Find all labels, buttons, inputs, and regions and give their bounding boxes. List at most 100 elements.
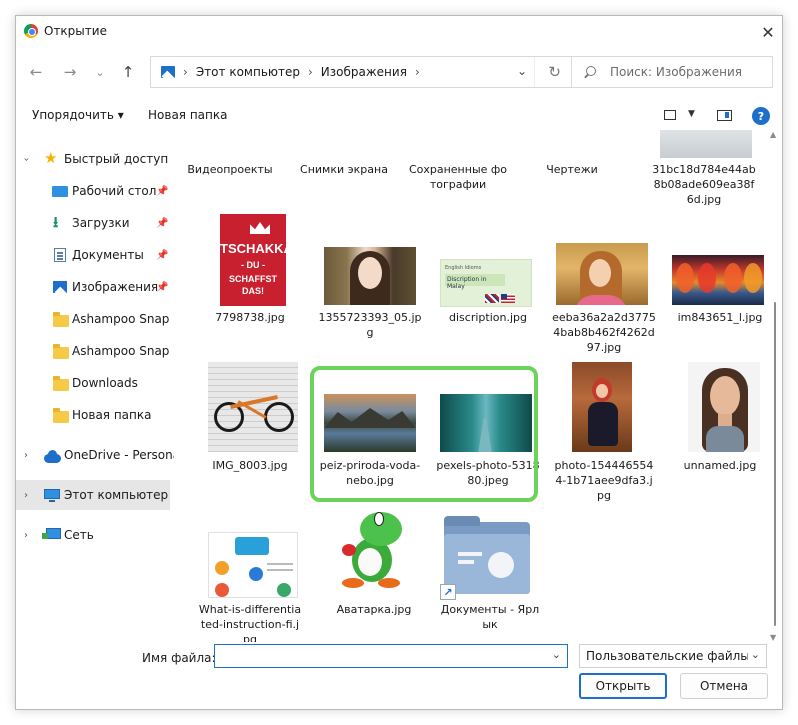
sidebar-item-label: Загрузки: [72, 216, 130, 230]
refresh-icon[interactable]: ↻: [548, 63, 561, 81]
thumbnail: English Idioms Discription in Malay: [440, 259, 532, 307]
onedrive-icon: [44, 450, 61, 463]
yoshi-belly: [358, 548, 382, 576]
thumbnail: TSCHAKKA - DU - SCHAFFST DAS!: [220, 214, 286, 306]
photo-mountains: [324, 408, 416, 428]
filename-input[interactable]: [219, 646, 545, 666]
organize-button[interactable]: Упорядочить ▾: [32, 108, 124, 122]
file-name: unnamed.jpg: [683, 459, 757, 472]
help-icon[interactable]: ?: [752, 107, 770, 125]
sidebar-item-label: Ashampoo Snap 9: [72, 312, 172, 326]
infographic-line: [267, 569, 293, 571]
scroll-down-icon[interactable]: ▼: [770, 633, 776, 642]
photo-tree: [676, 263, 694, 293]
open-file-dialog: Открытие ✕ ← → ⌄ ↑ › Этот компьютер › Из…: [15, 15, 783, 710]
thumbnail: [660, 130, 752, 158]
expand-chevron-icon[interactable]: ›: [24, 530, 28, 541]
breadcrumb-separator-icon[interactable]: ›: [415, 65, 420, 79]
scroll-up-icon[interactable]: ▲: [770, 130, 776, 139]
thumb-text: - DU -: [241, 260, 265, 270]
filetype-dropdown-icon[interactable]: ⌄: [751, 648, 760, 661]
sidebar-item-downloads-folder[interactable]: Downloads: [16, 368, 176, 398]
close-button[interactable]: ✕: [754, 16, 782, 48]
file-name: im843651_l.jpg: [677, 311, 763, 324]
thumbnail: [324, 394, 416, 452]
breadcrumb-this-pc[interactable]: Этот компьютер: [196, 65, 300, 79]
forward-arrow-icon[interactable]: →: [60, 62, 80, 82]
folder-shortcut-icon: ↗: [440, 516, 534, 600]
filename-label: Имя файла:: [142, 651, 216, 665]
sidebar-item-onedrive[interactable]: › OneDrive - Personal: [16, 440, 176, 470]
expand-chevron-icon[interactable]: ›: [21, 157, 32, 161]
pin-icon[interactable]: 📌: [156, 186, 168, 197]
pin-icon[interactable]: 📌: [156, 250, 168, 261]
breadcrumb-pictures[interactable]: Изображения: [321, 65, 407, 79]
address-divider: [534, 57, 535, 87]
sidebar-item-label: Документы: [72, 248, 144, 262]
photo-body: [588, 402, 618, 446]
thumbnail: [556, 243, 648, 305]
sidebar-item-pictures[interactable]: Изображения 📌: [16, 272, 176, 302]
view-options-arrow-icon[interactable]: ▼: [688, 109, 695, 119]
preview-pane-icon[interactable]: [717, 110, 732, 121]
pin-icon[interactable]: 📌: [156, 218, 168, 229]
recent-locations-chevron-icon[interactable]: ⌄: [90, 62, 110, 82]
filetype-value: Пользовательские файлы (*.jp: [586, 649, 748, 663]
vertical-scrollbar[interactable]: ▲ ▼: [770, 130, 779, 642]
thumb-text: TSCHAKKA: [220, 241, 286, 256]
search-input[interactable]: [610, 65, 770, 79]
file-name: IMG_8003.jpg: [212, 459, 288, 472]
sidebar-item-label: Ashampoo Snap 10: [72, 344, 172, 358]
sidebar-item-label: Быстрый доступ: [64, 152, 169, 166]
yoshi-shoe: [378, 578, 400, 588]
file-name: Аватарка.jpg: [336, 603, 412, 616]
address-dropdown-icon[interactable]: ⌄: [517, 64, 527, 78]
filename-combobox[interactable]: ⌄: [214, 644, 568, 668]
open-button[interactable]: Открыть: [579, 673, 667, 699]
sidebar-item-downloads[interactable]: ⭳ Загрузки 📌: [16, 208, 176, 238]
filename-dropdown-icon[interactable]: ⌄: [552, 648, 561, 661]
thumb-text: Discription in Malay: [445, 274, 505, 290]
scroll-thumb[interactable]: [774, 302, 776, 626]
sidebar-item-label: Новая папка: [72, 408, 152, 422]
photo-shirt: [706, 426, 744, 452]
back-arrow-icon[interactable]: ←: [26, 62, 46, 82]
cancel-button[interactable]: Отмена: [680, 673, 768, 699]
file-list: Видеопроекты Снимки экрана Сохраненные ф…: [178, 130, 768, 642]
expand-chevron-icon[interactable]: ›: [24, 450, 28, 461]
folder-line: [458, 560, 474, 564]
sidebar-item-quick-access[interactable]: › ★ Быстрый доступ: [16, 144, 176, 174]
file-name: Чертежи: [546, 163, 598, 176]
yoshi-eye: [374, 512, 384, 526]
up-arrow-icon[interactable]: ↑: [118, 62, 138, 82]
sidebar-item-documents[interactable]: Документы 📌: [16, 240, 176, 270]
expand-chevron-icon[interactable]: ›: [24, 490, 28, 501]
chrome-icon: [24, 24, 38, 38]
search-box[interactable]: [571, 56, 773, 88]
window-title: Открытие: [44, 24, 107, 38]
sidebar-item-ashampoo-snap-10[interactable]: Ashampoo Snap 10: [16, 336, 176, 366]
sidebar-item-ashampoo-snap-9[interactable]: Ashampoo Snap 9: [16, 304, 176, 334]
photo-road: [478, 418, 492, 452]
sidebar-item-this-pc[interactable]: › Этот компьютер: [16, 480, 170, 510]
shortcut-arrow-icon: ↗: [440, 584, 456, 600]
sidebar-item-desktop[interactable]: Рабочий стол 📌: [16, 176, 176, 206]
thumbnail: [440, 394, 532, 452]
folder-icon: [53, 376, 69, 391]
file-name: What-is-differentiated-instruction-fi.jp…: [198, 603, 302, 642]
pin-icon[interactable]: 📌: [156, 282, 168, 293]
this-pc-icon: [44, 489, 60, 502]
thumbnail: [330, 508, 420, 598]
new-folder-button[interactable]: Новая папка: [148, 108, 227, 122]
photo-face: [596, 384, 608, 398]
filetype-select[interactable]: Пользовательские файлы (*.jp ⌄: [579, 644, 767, 668]
sidebar-item-new-folder[interactable]: Новая папка: [16, 400, 176, 430]
thumbnail: [572, 362, 632, 452]
sidebar-item-network[interactable]: › Сеть: [16, 520, 176, 550]
file-name: 1355723393_05.jpg: [318, 311, 422, 339]
view-mode-icon[interactable]: [664, 110, 676, 120]
thumb-text: SCHAFFST: [229, 274, 277, 284]
file-name: Видеопроекты: [187, 163, 273, 176]
folder-badge: [488, 552, 514, 578]
address-bar[interactable]: › Этот компьютер › Изображения › ⌄ ↻: [150, 56, 572, 88]
